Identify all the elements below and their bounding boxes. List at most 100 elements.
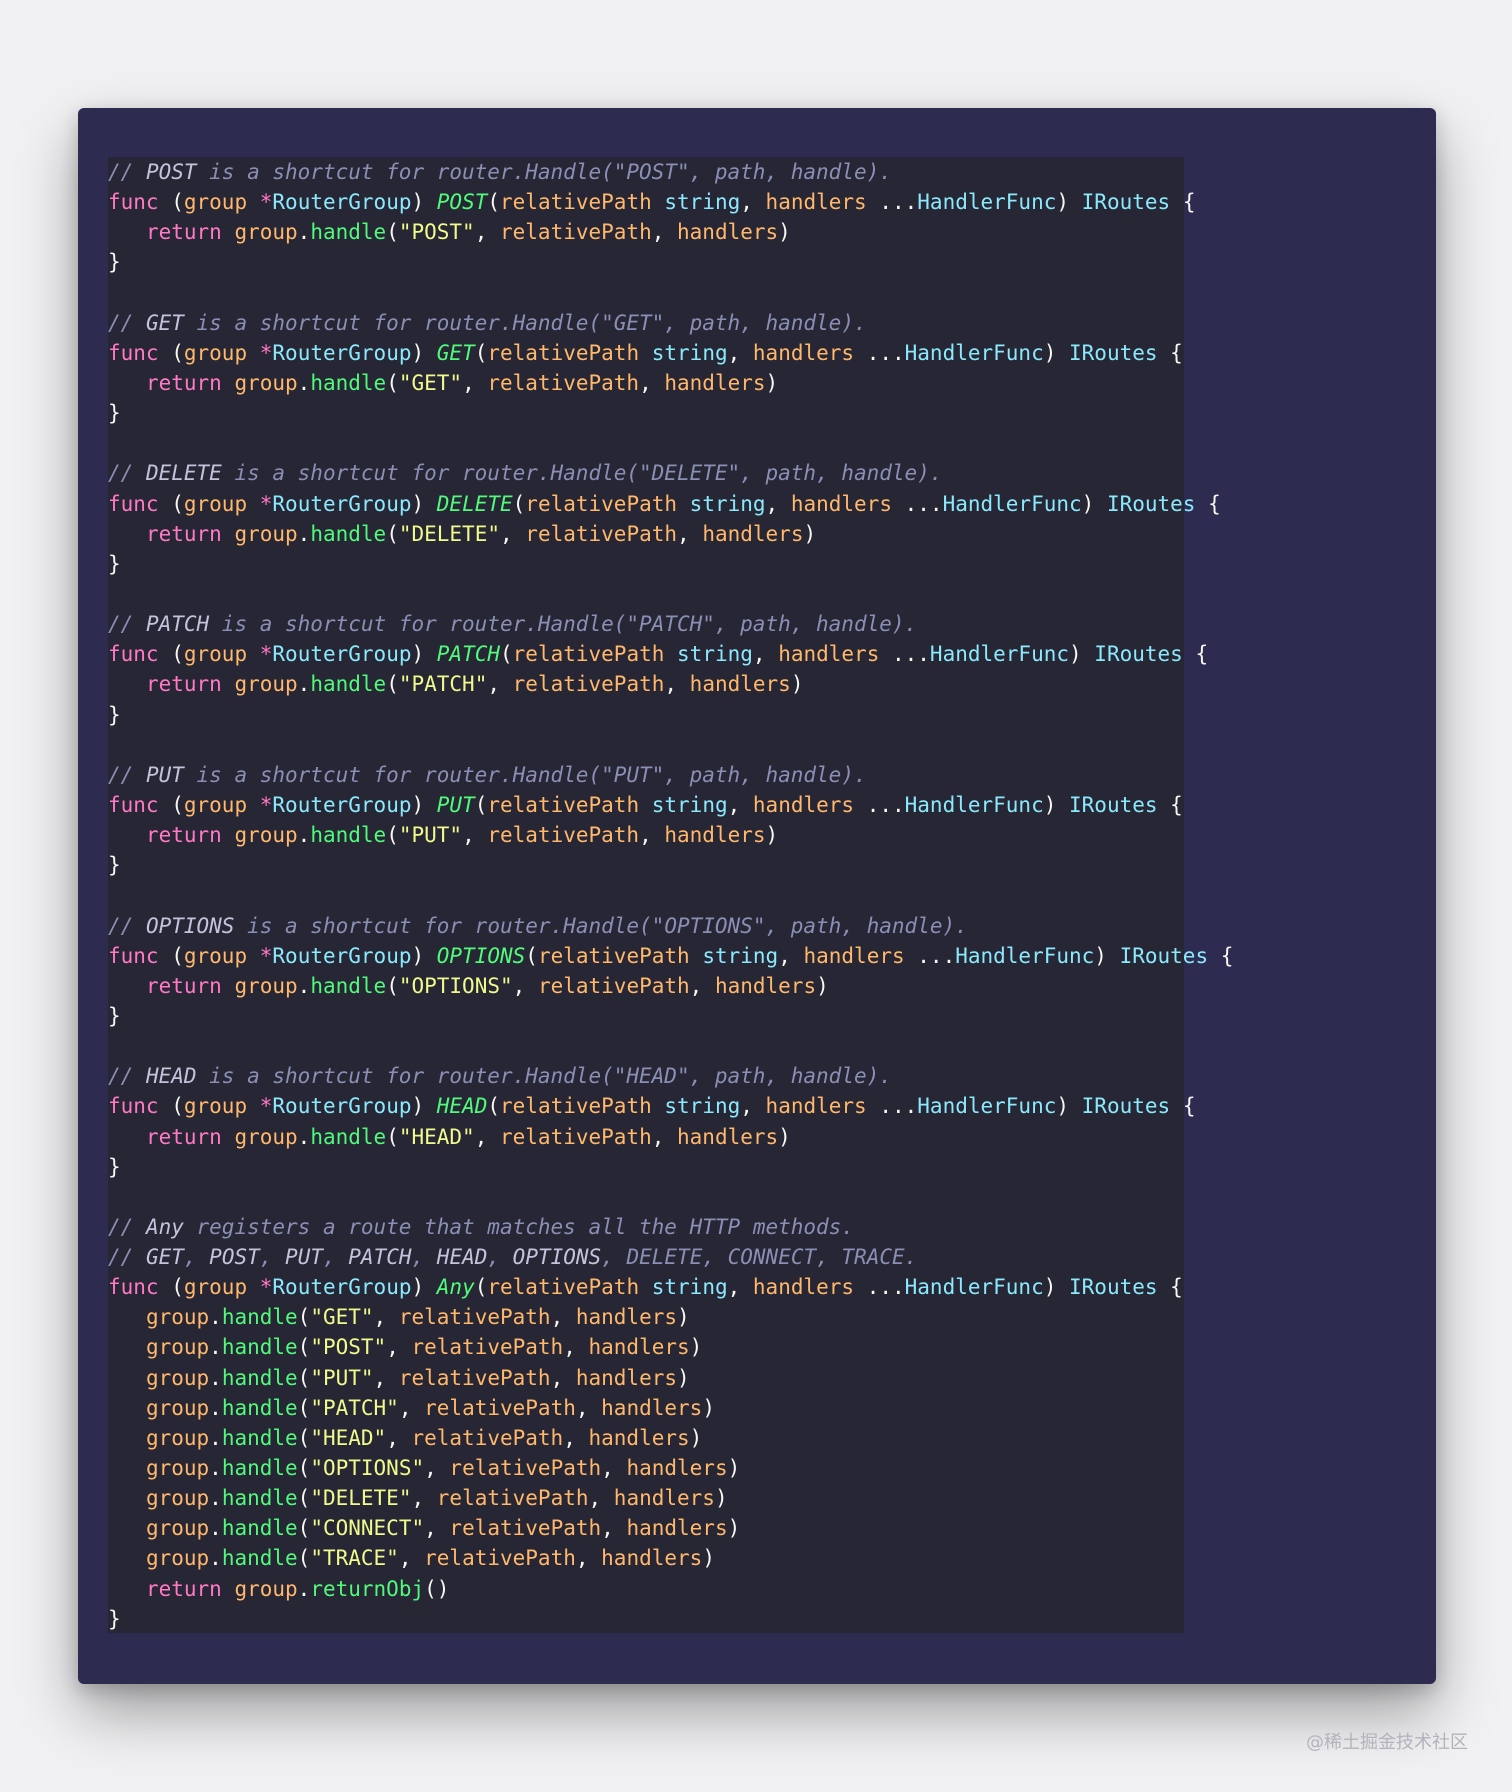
code-token: group (183, 642, 248, 667)
code-token: HandlerFunc (929, 642, 1069, 667)
code-token: RouterGroup (272, 190, 412, 215)
code-token: handle (310, 521, 387, 546)
code-token: } (108, 250, 121, 275)
code-token: group (234, 521, 298, 546)
code-token: , (373, 1305, 399, 1330)
code-token: ( (297, 1516, 311, 1541)
code-token: , (651, 220, 678, 245)
code-line: // GET is a shortcut for router.Handle("… (108, 308, 1184, 338)
code-token: ) (411, 642, 437, 667)
code-token: func (108, 1275, 159, 1300)
code-token: { (1170, 190, 1196, 215)
code-token: GET (145, 310, 184, 335)
code-token: . (209, 1546, 222, 1571)
code-token: ( (386, 370, 399, 395)
code-panel: // POST is a shortcut for router.Handle(… (108, 157, 1233, 1633)
code-token: handlers (575, 1365, 678, 1390)
code-token: . (297, 220, 311, 245)
code-token: ) (411, 792, 437, 817)
code-token: , (183, 1245, 210, 1270)
code-token: { (1195, 491, 1221, 516)
code-token: DELETE (436, 491, 513, 516)
code-token: . (209, 1395, 222, 1420)
code-token: handlers (702, 521, 804, 546)
code-token: HandlerFunc (904, 792, 1044, 817)
code-token: IRoutes (1069, 340, 1158, 365)
code-line: return group.handle("OPTIONS", relativeP… (108, 971, 1184, 1001)
code-token: ... (854, 1275, 905, 1300)
code-line: // POST is a shortcut for router.Handle(… (108, 157, 1184, 187)
code-token: RouterGroup (272, 491, 412, 516)
code-line: func (group *RouterGroup) DELETE(relativ… (108, 489, 1221, 519)
code-token: , (373, 1365, 399, 1390)
code-line: return group.handle("DELETE", relativePa… (108, 519, 1184, 549)
code-token: , DELETE, CONNECT, TRACE. (601, 1245, 918, 1270)
code-token: ( (474, 340, 488, 365)
code-token: , (752, 642, 779, 667)
code-line: func (group *RouterGroup) PATCH(relative… (108, 639, 1208, 669)
code-line: } (108, 398, 1184, 428)
code-line: group.handle("CONNECT", relativePath, ha… (108, 1513, 1184, 1543)
code-token: group (234, 370, 298, 395)
code-token: . (297, 973, 311, 998)
code-token: // (108, 762, 146, 787)
code-token: , (550, 1365, 576, 1390)
code-token: handle (310, 220, 387, 245)
code-token: ) (702, 1395, 715, 1420)
code-token: . (209, 1486, 222, 1511)
code-token: string (689, 491, 766, 516)
code-token: ) (1056, 190, 1082, 215)
code-token: relativePath (424, 1546, 576, 1571)
code-token: group (145, 1395, 210, 1420)
code-token: { (1170, 1094, 1196, 1119)
code-token: RouterGroup (272, 642, 412, 667)
code-token: handlers (626, 1456, 728, 1481)
code-token: , (765, 491, 791, 516)
code-token: string (651, 340, 728, 365)
code-token: return (145, 672, 222, 697)
code-token: // (108, 1214, 146, 1239)
code-token: HandlerFunc (904, 1275, 1044, 1300)
code-token: GET (436, 340, 475, 365)
code-token: group (145, 1425, 210, 1450)
code-token: ) (778, 1124, 791, 1149)
code-token: , (462, 823, 488, 848)
code-token: ) (677, 1365, 690, 1390)
code-token: * (259, 1275, 273, 1300)
code-token: "PATCH" (310, 1395, 399, 1420)
code-line: group.handle("HEAD", relativePath, handl… (108, 1423, 1184, 1453)
code-token: "HEAD" (310, 1425, 387, 1450)
code-token: , (740, 190, 766, 215)
code-line: group.handle("PATCH", relativePath, hand… (108, 1393, 1184, 1423)
code-token: , (487, 1245, 513, 1270)
code-token: "TRACE" (310, 1546, 399, 1571)
code-token: ) (411, 190, 437, 215)
code-token: HandlerFunc (904, 340, 1044, 365)
code-token: // (108, 461, 146, 486)
code-token: "PATCH" (398, 672, 488, 697)
code-token: , (322, 1245, 349, 1270)
code-token: ( (386, 1124, 399, 1149)
code-token: Any (145, 1214, 184, 1239)
code-token: ( (386, 672, 399, 697)
code-token: handle (310, 370, 387, 395)
code-token: PUT (285, 1245, 323, 1270)
code-token: relativePath (436, 1486, 589, 1511)
code-token: } (108, 401, 121, 426)
code-token: handlers (588, 1335, 690, 1360)
code-token: * (259, 943, 273, 968)
code-token: PUT (145, 762, 184, 787)
code-token: ( (487, 190, 501, 215)
